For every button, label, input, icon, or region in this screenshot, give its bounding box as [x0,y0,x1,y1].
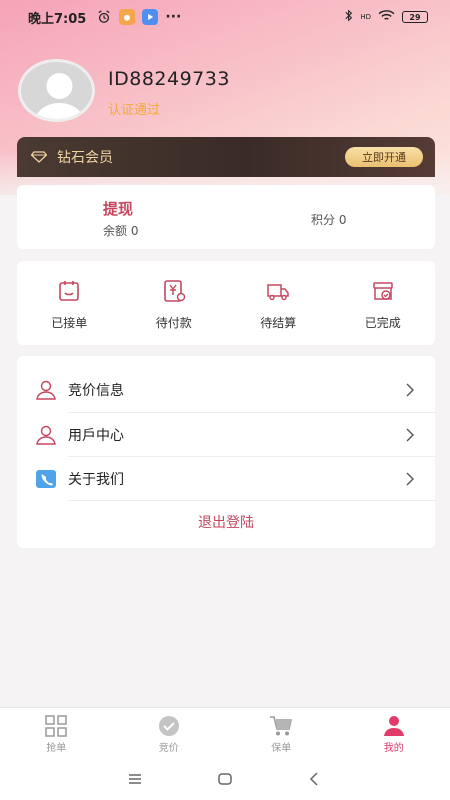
diamond-icon [31,151,47,163]
bottom-tab-bar: 抢单 竞价 保单 我的 [0,707,450,757]
tab-label: 我的 [383,743,404,754]
menu-label: 用戶中心 [68,428,124,444]
chevron-right-icon [406,383,414,397]
alarm-icon [96,9,112,25]
menu-icon[interactable] [127,771,143,787]
tab-policy[interactable]: 保单 [225,708,338,757]
user-id: ID88249733 [108,68,230,90]
pending-settlement[interactable]: 待结算 [226,261,331,345]
tab-label: 抢单 [46,743,67,754]
vip-label: 钻石会员 [57,150,113,166]
logout-button[interactable]: 退出登陆 [17,512,435,532]
profile-icon [383,716,404,736]
bluetooth-icon [345,9,353,25]
network-type-label: HD [360,13,371,21]
phone-icon [36,470,56,488]
tab-mine[interactable]: 我的 [338,708,450,757]
withdraw-button[interactable]: 提现 [103,198,133,219]
status-bar: 晚上7:05 ··· HD 29 [0,0,450,34]
tab-label: 竞价 [158,743,179,754]
balance-text: 余额 0 [103,224,139,238]
vip-banner[interactable]: 钻石会员 立即开通 [17,137,435,177]
order-status-card: 已接单 待付款 待结算 已完成 [17,261,435,345]
app-notification-icon [119,9,136,25]
status-right: HD 29 [345,9,428,25]
order-label: 待结算 [260,316,297,330]
completed[interactable]: 已完成 [331,261,436,345]
menu-item-user-center[interactable]: 用戶中心 [17,413,435,457]
order-received[interactable]: 已接单 [17,261,122,345]
menu-label: 关于我们 [68,472,124,488]
pending-settlement-icon [267,284,289,301]
person-outline-icon [36,425,56,445]
avatar[interactable] [18,59,95,122]
status-time: 晚上7:05 [28,11,87,27]
person-outline-icon [36,380,56,400]
order-label: 已接单 [51,316,88,330]
account-card: 提现 余额 0 积分 0 [17,185,435,249]
completed-icon [373,282,393,300]
points-text[interactable]: 积分 0 [311,211,346,228]
menu-card: 竞价信息 用戶中心 关于我们 退出登陆 [17,356,435,548]
video-app-icon [142,9,159,25]
menu-item-bidding-info[interactable]: 竞价信息 [17,368,435,412]
back-icon[interactable] [307,771,323,787]
battery-level: 29 [409,12,421,22]
menu-item-about-us[interactable]: 关于我们 [17,457,435,501]
system-nav-bar [0,757,450,800]
order-received-icon [59,281,80,301]
home-icon[interactable] [217,771,233,787]
cart-icon [270,716,293,736]
tab-bidding[interactable]: 竞价 [113,708,226,757]
pending-payment-icon [163,280,185,302]
battery-icon: 29 [402,11,428,23]
pending-payment[interactable]: 待付款 [122,261,227,345]
grid-icon [45,715,67,737]
chevron-right-icon [406,428,414,442]
order-label: 待付款 [155,316,192,330]
activate-vip-button[interactable]: 立即开通 [345,147,423,167]
wifi-icon [378,9,395,25]
auth-status: 认证通过 [108,103,161,118]
tab-grab-order[interactable]: 抢单 [0,708,113,757]
order-label: 已完成 [364,316,401,330]
tab-label: 保单 [271,743,292,754]
menu-label: 竞价信息 [68,383,124,399]
menu-divider [68,500,435,501]
check-circle-icon [158,716,179,736]
more-dots-icon: ··· [165,9,182,25]
chevron-right-icon [406,472,414,486]
